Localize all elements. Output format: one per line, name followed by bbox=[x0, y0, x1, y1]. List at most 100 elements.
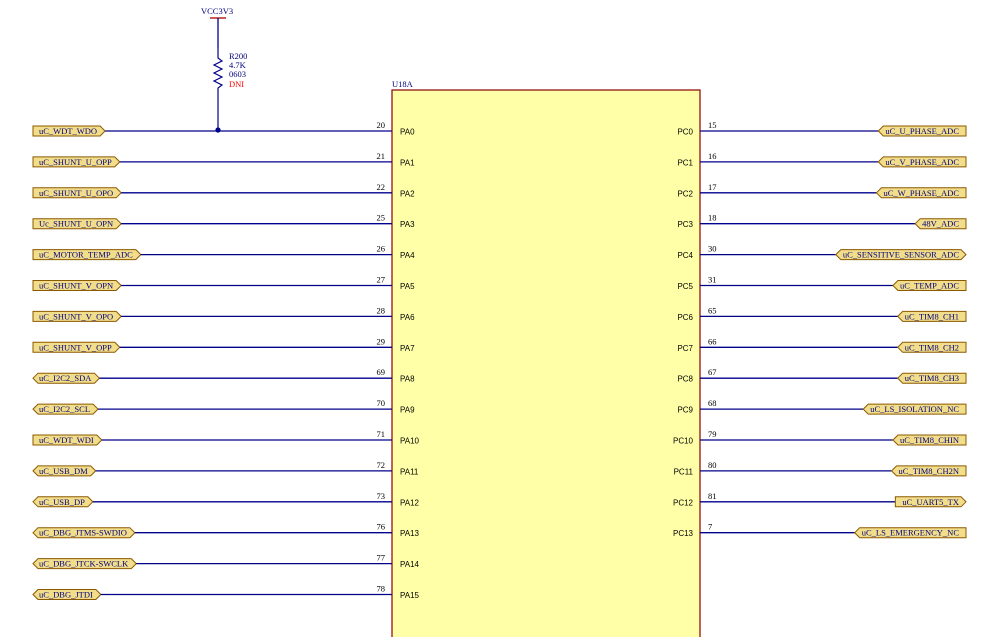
net-label: uC_DBG_JTCK-SWCLK bbox=[39, 559, 129, 569]
pin-number: 15 bbox=[708, 120, 717, 130]
power-port-vcc3v3[interactable]: VCC3V3 bbox=[201, 6, 233, 48]
pin-row-pa9[interactable]: uC_I2C2_SCL 70 PA9 bbox=[32, 398, 415, 415]
pin-name: PC4 bbox=[677, 251, 693, 260]
resistor-package: 0603 bbox=[229, 69, 246, 79]
pin-row-pc4[interactable]: uC_SENSITIVE_SENSOR_ADC 30 PC4 bbox=[677, 244, 967, 261]
net-label: uC_MOTOR_TEMP_ADC bbox=[39, 250, 133, 260]
pin-name: PA15 bbox=[400, 591, 420, 600]
pin-row-pa0[interactable]: uC_WDT_WDO 20 PA0 bbox=[32, 120, 415, 137]
net-label: uC_V_PHASE_ADC bbox=[885, 157, 959, 167]
pin-row-pc5[interactable]: uC_TEMP_ADC 31 PC5 bbox=[677, 275, 967, 292]
pin-name: PC7 bbox=[677, 344, 693, 353]
pin-name: PA4 bbox=[400, 251, 415, 260]
pin-row-pc2[interactable]: uC_W_PHASE_ADC 17 PC2 bbox=[677, 182, 967, 199]
resistor-dni-note: DNI bbox=[229, 79, 244, 89]
pin-row-pa5[interactable]: uC_SHUNT_V_OPN 27 PA5 bbox=[32, 275, 415, 292]
pin-name: PC10 bbox=[673, 437, 694, 446]
pin-row-pc13[interactable]: uC_LS_EMERGENCY_NC 7 PC13 bbox=[673, 522, 967, 539]
pin-row-pc9[interactable]: uC_LS_ISOLATION_NC 68 PC9 bbox=[677, 398, 967, 415]
net-label: uC_TEMP_ADC bbox=[900, 281, 959, 291]
pin-row-pc1[interactable]: uC_V_PHASE_ADC 16 PC1 bbox=[677, 151, 967, 168]
pin-number: 18 bbox=[708, 213, 717, 223]
pin-row-pc11[interactable]: uC_TIM8_CH2N 80 PC11 bbox=[674, 460, 967, 477]
pin-row-pc10[interactable]: uC_TIM8_CHIN 79 PC10 bbox=[673, 429, 967, 446]
pin-number: 67 bbox=[708, 367, 717, 377]
net-label: uC_SHUNT_U_OPO bbox=[39, 188, 113, 198]
pin-row-pc12[interactable]: uC_UART5_TX 81 PC12 bbox=[673, 491, 967, 508]
net-label: uC_TIM8_CH2N bbox=[899, 466, 959, 476]
pin-number: 21 bbox=[377, 151, 386, 161]
pin-name: PC8 bbox=[677, 375, 693, 384]
pin-number: 30 bbox=[708, 244, 717, 254]
pin-row-pc8[interactable]: uC_TIM8_CH3 67 PC8 bbox=[677, 367, 967, 384]
net-label: uC_WDT_WDI bbox=[39, 435, 94, 445]
pin-name: PA10 bbox=[400, 437, 420, 446]
pin-name: PA0 bbox=[400, 128, 415, 137]
net-label: uC_SHUNT_V_OPN bbox=[39, 281, 113, 291]
pin-name: PA14 bbox=[400, 560, 420, 569]
pin-name: PC0 bbox=[677, 128, 693, 137]
net-label: uC_I2C2_SCL bbox=[39, 404, 90, 414]
net-label: uC_USB_DP bbox=[39, 497, 85, 507]
pin-number: 69 bbox=[377, 367, 386, 377]
net-label: Uc_SHUNT_U_OPN bbox=[39, 219, 113, 229]
pin-name: PA2 bbox=[400, 189, 415, 198]
pin-number: 17 bbox=[708, 182, 717, 192]
pin-row-pa7[interactable]: uC_SHUNT_V_OPP 29 PA7 bbox=[32, 336, 415, 353]
net-label: uC_UART5_TX bbox=[902, 497, 959, 507]
pin-name: PA6 bbox=[400, 313, 415, 322]
pin-number: 65 bbox=[708, 305, 717, 315]
pin-number: 22 bbox=[377, 182, 386, 192]
pin-row-pc6[interactable]: uC_TIM8_CH1 65 PC6 bbox=[677, 305, 967, 322]
pin-number: 25 bbox=[377, 213, 386, 223]
net-label: uC_TIM8_CH3 bbox=[905, 373, 959, 383]
pin-row-pa13[interactable]: uC_DBG_JTMS-SWDIO 76 PA13 bbox=[32, 522, 420, 539]
pin-number: 27 bbox=[377, 275, 386, 285]
pin-row-pa11[interactable]: uC_USB_DM 72 PA11 bbox=[32, 460, 419, 477]
pin-row-pc7[interactable]: uC_TIM8_CH2 66 PC7 bbox=[677, 336, 967, 353]
pin-row-pa10[interactable]: uC_WDT_WDI 71 PA10 bbox=[32, 429, 420, 446]
resistor-r200[interactable]: R200 4.7K 0603 DNI bbox=[212, 48, 247, 133]
pin-row-pa12[interactable]: uC_USB_DP 73 PA12 bbox=[32, 491, 420, 508]
pin-name: PC13 bbox=[673, 529, 694, 538]
pin-row-pc3[interactable]: 48V_ADC 18 PC3 bbox=[677, 213, 967, 230]
pin-row-pa14[interactable]: uC_DBG_JTCK-SWCLK 77 PA14 bbox=[32, 553, 420, 570]
pin-row-pa1[interactable]: uC_SHUNT_U_OPP 21 PA1 bbox=[32, 151, 415, 168]
net-label: uC_SENSITIVE_SENSOR_ADC bbox=[843, 250, 960, 260]
pin-row-pa15[interactable]: uC_DBG_JTDI 78 PA15 bbox=[32, 584, 420, 601]
pin-row-pa4[interactable]: uC_MOTOR_TEMP_ADC 26 PA4 bbox=[32, 244, 415, 261]
power-net-label: VCC3V3 bbox=[201, 6, 233, 16]
net-label: uC_DBG_JTMS-SWDIO bbox=[39, 528, 127, 538]
pin-number: 77 bbox=[377, 553, 386, 563]
component-u18a[interactable]: U18A bbox=[391, 79, 701, 637]
junction-dot bbox=[215, 127, 221, 133]
pin-row-pa8[interactable]: uC_I2C2_SDA 69 PA8 bbox=[32, 367, 415, 384]
pin-name: PC3 bbox=[677, 220, 693, 229]
pin-number: 68 bbox=[708, 398, 717, 408]
pin-number: 81 bbox=[708, 491, 717, 501]
net-label: uC_LS_EMERGENCY_NC bbox=[862, 528, 960, 538]
pin-number: 71 bbox=[377, 429, 386, 439]
pin-row-pa6[interactable]: uC_SHUNT_V_OPO 28 PA6 bbox=[32, 305, 415, 322]
left-pin-group: uC_WDT_WDO20PA0 uC_SHUNT_U_OPP21PA1 uC_SHU… bbox=[32, 120, 420, 601]
pin-row-pa3[interactable]: Uc_SHUNT_U_OPN 25 PA3 bbox=[32, 213, 415, 230]
pin-number: 16 bbox=[708, 151, 717, 161]
pin-number: 79 bbox=[708, 429, 717, 439]
pin-row-pc0[interactable]: uC_U_PHASE_ADC 15 PC0 bbox=[677, 120, 967, 137]
pin-number: 80 bbox=[708, 460, 717, 470]
net-label: uC_SHUNT_V_OPP bbox=[39, 342, 112, 352]
right-pin-group: uC_U_PHASE_ADC15PC0uC_V_PHASE_ADC16PC1uC… bbox=[673, 120, 967, 539]
pin-name: PC12 bbox=[673, 498, 694, 507]
net-label: uC_TIM8_CH2 bbox=[905, 342, 959, 352]
schematic-canvas: VCC3V3 R200 4.7K 0603 DNI U18A uC_WDT_WD… bbox=[32, 6, 967, 637]
resistor-symbol bbox=[212, 48, 224, 130]
pin-name: PC2 bbox=[677, 189, 693, 198]
pin-name: PA12 bbox=[400, 498, 420, 507]
net-label: uC_U_PHASE_ADC bbox=[885, 126, 959, 136]
pin-number: 73 bbox=[377, 491, 386, 501]
pin-row-pa2[interactable]: uC_SHUNT_U_OPO 22 PA2 bbox=[32, 182, 415, 199]
pin-name: PC6 bbox=[677, 313, 693, 322]
pin-number: 76 bbox=[377, 522, 386, 532]
component-designator: U18A bbox=[392, 79, 414, 89]
net-label: uC_TIM8_CHIN bbox=[900, 435, 959, 445]
